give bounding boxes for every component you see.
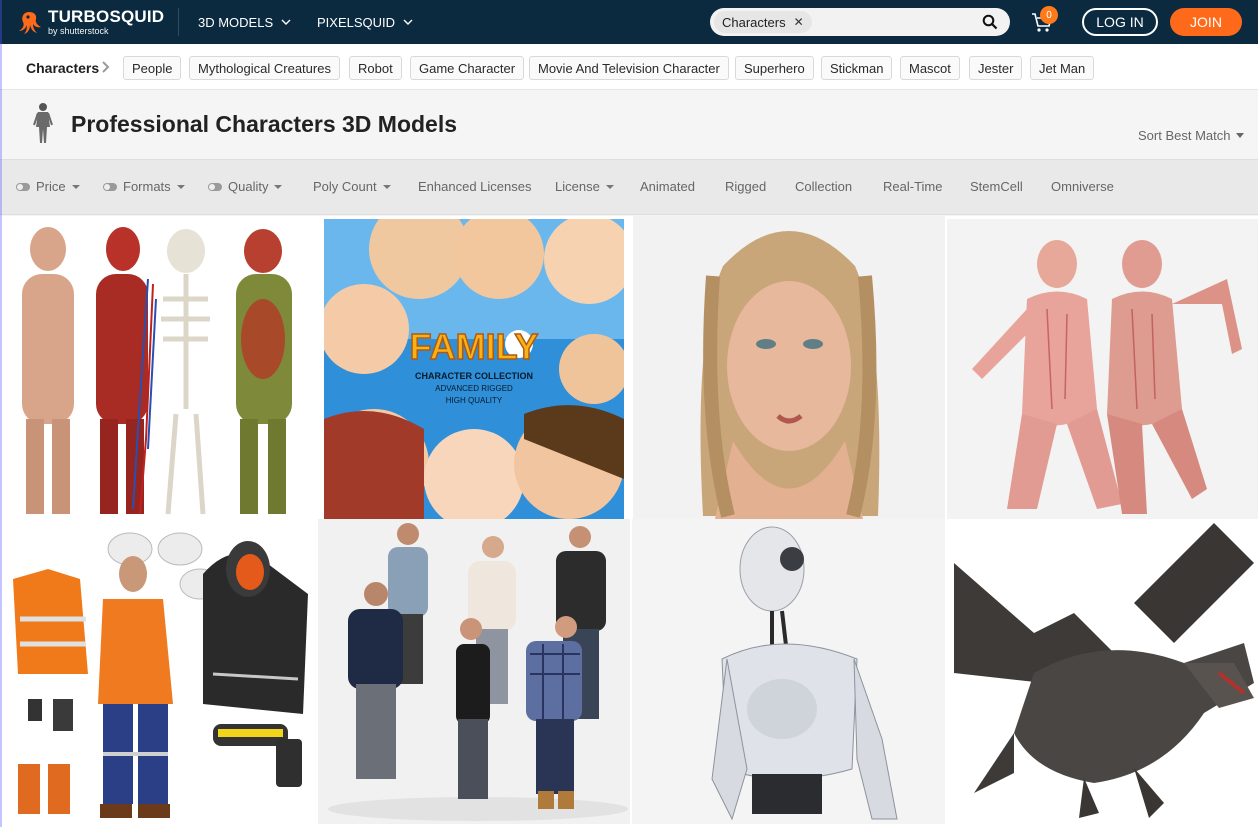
filter-price[interactable]: Price bbox=[16, 179, 80, 194]
product-card[interactable] bbox=[8, 219, 310, 519]
category-tags-bar: Characters People Mythological Creatures… bbox=[0, 44, 1258, 90]
nav-pixelsquid-label: PIXELSQUID bbox=[317, 14, 396, 30]
filter-poly-count[interactable]: Poly Count bbox=[313, 179, 391, 194]
product-card[interactable] bbox=[947, 219, 1258, 519]
product-thumbnail bbox=[13, 532, 308, 818]
close-icon[interactable]: ✕ bbox=[794, 15, 804, 29]
filter-license[interactable]: License bbox=[555, 179, 614, 194]
header-divider bbox=[178, 8, 179, 36]
filter-enhanced-licenses-label: Enhanced Licenses bbox=[418, 179, 532, 194]
product-card[interactable] bbox=[318, 519, 630, 824]
tag-game-character[interactable]: Game Character bbox=[410, 56, 525, 80]
logo-wordmark: TURBOSQUID bbox=[48, 7, 165, 26]
logo-subtitle: by shutterstock bbox=[48, 26, 109, 36]
tag-jet-man[interactable]: Jet Man bbox=[1030, 56, 1095, 80]
thumbnail-caption: ADVANCED RIGGED bbox=[435, 384, 513, 393]
toggle-icon[interactable] bbox=[208, 182, 222, 191]
sort-label: Sort Best Match bbox=[1138, 128, 1231, 143]
product-thumbnail bbox=[954, 523, 1254, 823]
turbosquid-logo[interactable]: TURBOSQUID by shutterstock bbox=[16, 4, 176, 40]
filter-formats-label: Formats bbox=[123, 179, 171, 194]
breadcrumb-root[interactable]: Characters bbox=[26, 60, 99, 76]
nav-3d-models-label: 3D MODELS bbox=[198, 14, 274, 30]
filter-stemcell[interactable]: StemCell bbox=[970, 179, 1023, 194]
tag-movie-and-television-character[interactable]: Movie And Television Character bbox=[529, 56, 729, 80]
filter-real-time-label: Real-Time bbox=[883, 179, 943, 194]
tag-mascot[interactable]: Mascot bbox=[900, 56, 960, 80]
thumbnail-title: FAMILY bbox=[410, 326, 539, 367]
filter-formats[interactable]: Formats bbox=[103, 179, 185, 194]
category-thumbnail-icon bbox=[33, 103, 53, 143]
filter-quality[interactable]: Quality bbox=[208, 179, 283, 194]
login-button[interactable]: LOG IN bbox=[1082, 8, 1158, 36]
toggle-icon[interactable] bbox=[16, 182, 30, 191]
search-chip-label: Characters bbox=[722, 14, 786, 30]
product-thumbnail bbox=[22, 227, 292, 515]
caret-down-icon bbox=[176, 184, 185, 189]
filter-omniverse[interactable]: Omniverse bbox=[1051, 179, 1114, 194]
tag-robot[interactable]: Robot bbox=[349, 56, 402, 80]
caret-down-icon bbox=[1236, 133, 1245, 138]
caret-down-icon bbox=[71, 184, 80, 189]
thumbnail-caption: HIGH QUALITY bbox=[446, 396, 503, 405]
chevron-right-icon bbox=[102, 61, 110, 73]
product-thumbnail bbox=[633, 216, 945, 519]
filter-animated-label: Animated bbox=[640, 179, 695, 194]
product-card[interactable]: FAMILY CHARACTER COLLECTION ADVANCED RIG… bbox=[324, 219, 624, 519]
toggle-icon[interactable] bbox=[103, 182, 117, 191]
product-thumbnail bbox=[318, 519, 630, 824]
tag-mythological-creatures[interactable]: Mythological Creatures bbox=[189, 56, 340, 80]
tag-jester[interactable]: Jester bbox=[969, 56, 1023, 80]
filter-rigged-label: Rigged bbox=[725, 179, 767, 194]
filter-collection-label: Collection bbox=[795, 179, 853, 194]
filter-rigged[interactable]: Rigged bbox=[725, 179, 766, 194]
product-card[interactable] bbox=[632, 519, 945, 824]
squid-logo-icon bbox=[19, 12, 41, 34]
caret-down-icon bbox=[274, 184, 283, 189]
sort-dropdown[interactable]: Sort Best Match bbox=[1138, 128, 1245, 143]
caret-down-icon bbox=[382, 184, 391, 189]
cart-count-badge: 0 bbox=[1040, 6, 1058, 24]
filter-stemcell-label: StemCell bbox=[970, 179, 1023, 194]
filter-collection[interactable]: Collection bbox=[795, 179, 852, 194]
tag-superhero[interactable]: Superhero bbox=[735, 56, 814, 80]
window-edge bbox=[0, 0, 2, 827]
filter-enhanced-licenses[interactable]: Enhanced Licenses bbox=[418, 179, 531, 194]
product-thumbnail: FAMILY CHARACTER COLLECTION ADVANCED RIG… bbox=[324, 219, 624, 519]
tag-stickman[interactable]: Stickman bbox=[821, 56, 893, 80]
caret-down-icon bbox=[605, 184, 614, 189]
search-bar[interactable]: Characters ✕ bbox=[710, 8, 1010, 36]
filter-poly-count-label: Poly Count bbox=[313, 179, 377, 194]
filter-animated[interactable]: Animated bbox=[640, 179, 695, 194]
nav-3d-models[interactable]: 3D MODELS bbox=[198, 0, 291, 44]
tag-people[interactable]: People bbox=[123, 56, 182, 80]
product-thumbnail bbox=[632, 519, 945, 824]
page-title-row: Professional Characters 3D Models Sort B… bbox=[0, 91, 1258, 159]
filter-real-time[interactable]: Real-Time bbox=[883, 179, 942, 194]
filter-bar: Price Formats Quality Poly Count Enhance… bbox=[0, 159, 1258, 215]
filter-omniverse-label: Omniverse bbox=[1051, 179, 1114, 194]
product-card[interactable] bbox=[633, 216, 945, 519]
product-card[interactable] bbox=[8, 524, 310, 824]
join-button[interactable]: JOIN bbox=[1170, 8, 1242, 36]
product-grid: FAMILY CHARACTER COLLECTION ADVANCED RIG… bbox=[0, 216, 1258, 827]
page-title: Professional Characters 3D Models bbox=[71, 111, 458, 137]
search-chip[interactable]: Characters ✕ bbox=[714, 11, 812, 33]
search-icon[interactable] bbox=[982, 14, 998, 30]
nav-pixelsquid[interactable]: PIXELSQUID bbox=[317, 0, 413, 44]
thumbnail-subtitle: CHARACTER COLLECTION bbox=[415, 371, 533, 381]
product-thumbnail bbox=[947, 219, 1258, 519]
filter-license-label: License bbox=[555, 179, 600, 194]
product-card[interactable] bbox=[954, 523, 1254, 823]
filter-price-label: Price bbox=[36, 179, 66, 194]
chevron-down-icon bbox=[281, 19, 291, 25]
filter-quality-label: Quality bbox=[228, 179, 269, 194]
chevron-down-icon bbox=[403, 19, 413, 25]
top-navigation-bar: TURBOSQUID by shutterstock 3D MODELS PIX… bbox=[0, 0, 1258, 44]
